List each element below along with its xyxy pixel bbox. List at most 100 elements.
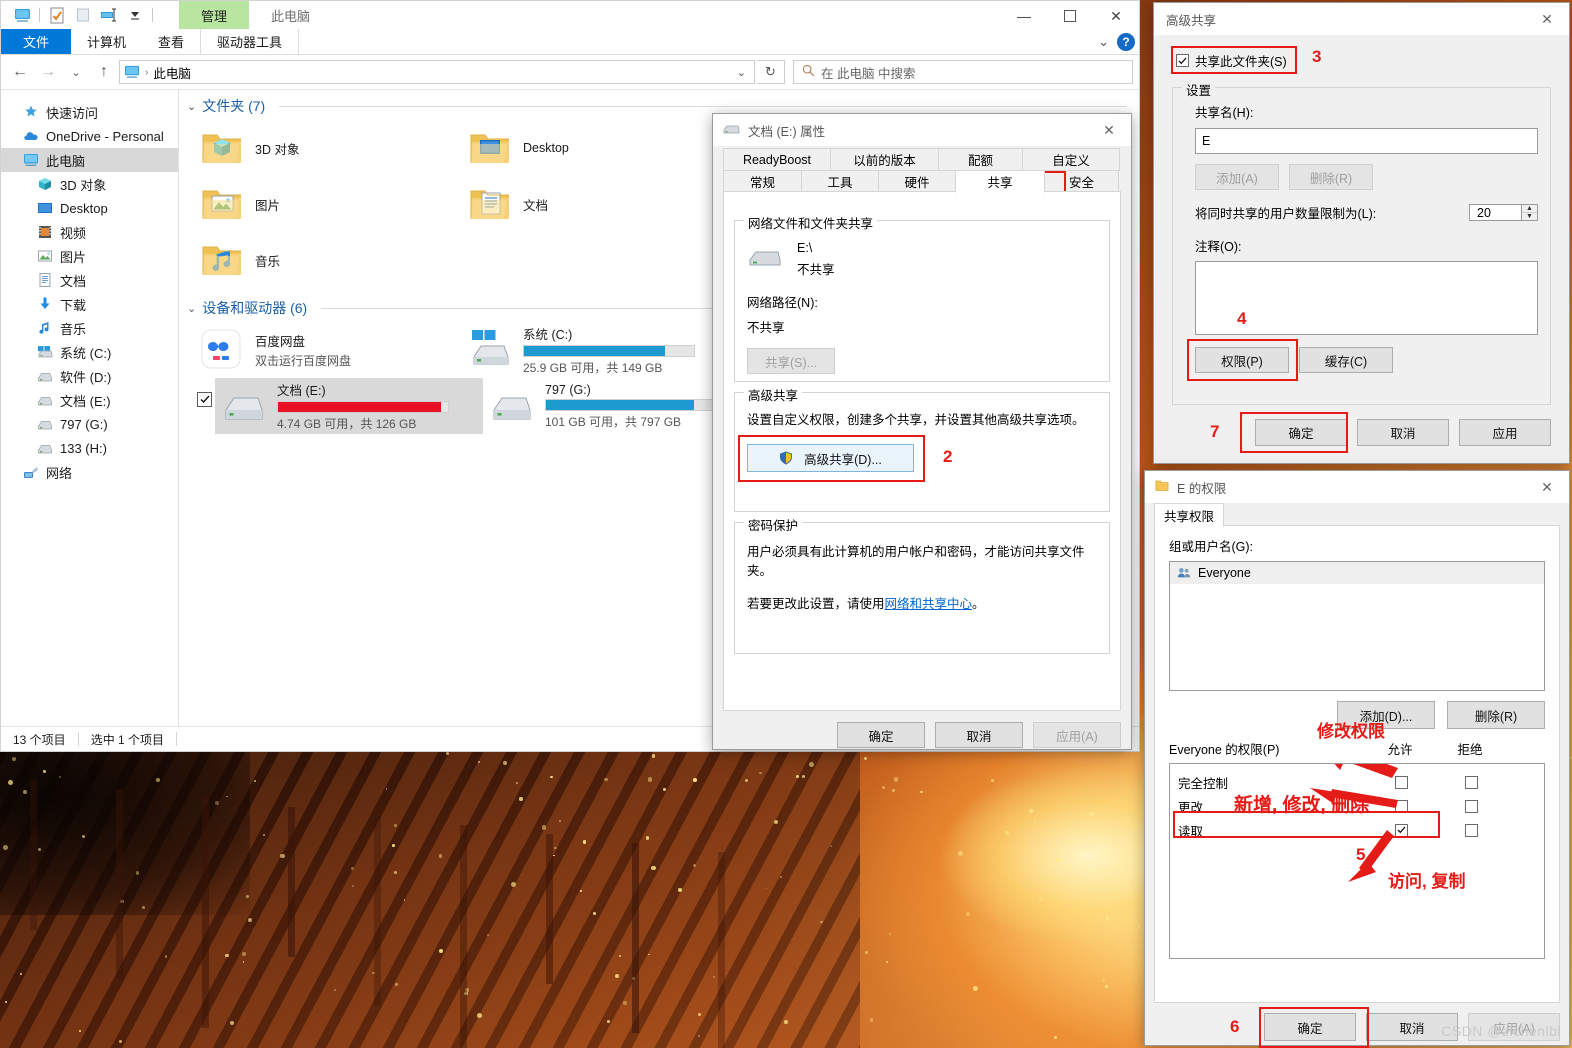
close-icon[interactable]: ✕ (1525, 471, 1569, 503)
address-dropdown-icon[interactable]: ⌄ (737, 66, 750, 79)
minimize-button[interactable]: — (1001, 1, 1047, 31)
tab-readyboost[interactable]: ReadyBoost (723, 148, 831, 171)
nav-pane-item-10[interactable]: 系统 (C:) (1, 340, 178, 364)
annotation-number-2: 2 (943, 447, 953, 466)
download-icon (37, 296, 53, 312)
back-button[interactable]: ← (7, 59, 33, 85)
group-user-listbox[interactable]: Everyone (1169, 561, 1545, 691)
permission-allow-checkbox[interactable] (1394, 799, 1408, 813)
customize-dropdown-icon[interactable] (122, 4, 148, 26)
folder-3d-objects-icon (199, 125, 245, 171)
folder-tile[interactable]: 图片 (193, 176, 461, 232)
collapse-ribbon-icon[interactable]: ⌄ (1098, 34, 1109, 50)
nav-pane-item-6[interactable]: 图片 (1, 244, 178, 268)
nav-pane-item-8[interactable]: 下载 (1, 292, 178, 316)
nav-pane-item-3[interactable]: 3D 对象 (1, 172, 178, 196)
nav-pane-item-1[interactable]: OneDrive - Personal (1, 124, 178, 148)
user-limit-value[interactable]: 20 (1469, 204, 1521, 221)
tab-security[interactable]: 安全 (1044, 170, 1119, 193)
ok-button[interactable]: 确定 (1255, 419, 1347, 446)
tab-tools[interactable]: 工具 (801, 170, 879, 193)
ribbon-tab-drive-tools[interactable]: 驱动器工具 (200, 29, 300, 54)
address-bar[interactable]: › 此电脑 ⌄ (119, 60, 755, 84)
nav-pane-item-13[interactable]: 797 (G:) (1, 412, 178, 436)
tab-quota[interactable]: 配额 (938, 148, 1023, 171)
drive-tile[interactable]: 系统 (C:) 25.9 GB 可用，共 149 GB (461, 322, 729, 378)
tab-sharing[interactable]: 共享 (955, 170, 1045, 193)
permissions-listbox[interactable]: 完全控制 更改 读取 新增, 修改, 删除 5 访问, 复制 (1169, 763, 1545, 959)
ok-button[interactable]: 确定 (1264, 1013, 1356, 1041)
up-button[interactable]: ↑ (91, 59, 117, 85)
caching-button[interactable]: 缓存(C) (1299, 347, 1393, 373)
nav-pane-item-7[interactable]: 文档 (1, 268, 178, 292)
tab-previous-versions[interactable]: 以前的版本 (830, 148, 939, 171)
nav-pane-item-4[interactable]: Desktop (1, 196, 178, 220)
refresh-button[interactable]: ↻ (757, 60, 785, 84)
chevron-down-icon[interactable]: ⌄ (187, 302, 196, 315)
ribbon-tab-computer[interactable]: 计算机 (71, 29, 142, 54)
maximize-button[interactable] (1047, 1, 1093, 31)
advanced-sharing-button[interactable]: 高级共享(D)... (747, 444, 914, 472)
drive-tile[interactable]: 797 (G:) 101 GB 可用，共 797 GB (483, 378, 751, 434)
nav-pane-item-11[interactable]: 软件 (D:) (1, 364, 178, 388)
cancel-button[interactable]: 取消 (935, 722, 1023, 748)
drive-name: 百度网盘 (255, 335, 306, 349)
forward-button[interactable]: → (35, 59, 61, 85)
spinner-down-icon[interactable]: ▼ (1522, 213, 1537, 220)
3d-object-icon (37, 176, 53, 192)
contextual-tab-group[interactable]: 管理 (179, 1, 250, 29)
search-box[interactable]: 在 此电脑 中搜索 (793, 60, 1133, 84)
permission-allow-checkbox[interactable] (1394, 775, 1408, 789)
tab-hardware[interactable]: 硬件 (878, 170, 956, 193)
permission-deny-checkbox[interactable] (1464, 775, 1478, 789)
remove-user-button[interactable]: 删除(R) (1447, 701, 1545, 729)
folder-tile[interactable]: 3D 对象 (193, 120, 461, 176)
nav-pane-item-0[interactable]: 快速访问 (1, 100, 178, 124)
tab-general[interactable]: 常规 (723, 170, 802, 193)
apply-button[interactable]: 应用 (1459, 419, 1551, 446)
share-this-folder-row[interactable]: 共享此文件夹(S) (1172, 45, 1551, 70)
nav-pane-item-9[interactable]: 音乐 (1, 316, 178, 340)
nav-pane-item-12[interactable]: 文档 (E:) (1, 388, 178, 412)
help-icon[interactable]: ? (1117, 33, 1135, 51)
folder-tile[interactable]: 文档 (461, 176, 729, 232)
spinner-up-icon[interactable]: ▲ (1522, 205, 1537, 213)
close-icon[interactable]: ✕ (1525, 3, 1569, 35)
group-user-item[interactable]: Everyone (1170, 562, 1544, 584)
permission-deny-checkbox[interactable] (1464, 823, 1478, 837)
breadcrumb-this-pc[interactable]: 此电脑 (153, 63, 191, 82)
this-pc-icon[interactable] (9, 4, 35, 26)
ribbon-tab-file[interactable]: 文件 (1, 29, 72, 54)
close-icon[interactable]: ✕ (1087, 114, 1131, 146)
cancel-button[interactable]: 取消 (1357, 419, 1449, 446)
permissions-button[interactable]: 权限(P) (1195, 347, 1289, 373)
ok-button[interactable]: 确定 (837, 722, 925, 748)
drive-tile[interactable]: 文档 (E:) 4.74 GB 可用，共 126 GB (197, 378, 483, 434)
drive-tile[interactable]: 百度网盘 双击运行百度网盘 (193, 322, 461, 378)
folder-tile[interactable]: 音乐 (193, 232, 461, 288)
share-name-input[interactable]: E (1195, 128, 1538, 154)
properties-icon[interactable] (44, 4, 70, 26)
close-button[interactable]: ✕ (1093, 1, 1139, 31)
nav-pane-item-15[interactable]: 网络 (1, 460, 178, 484)
chevron-down-icon[interactable]: ⌄ (187, 100, 196, 113)
share-this-folder-checkbox[interactable] (1176, 54, 1189, 67)
user-limit-arrows[interactable]: ▲ ▼ (1521, 204, 1538, 221)
network-sharing-center-link[interactable]: 网络和共享中心 (885, 597, 973, 611)
optimize-drive-icon[interactable] (96, 4, 122, 26)
drive-selection-checkbox[interactable] (197, 392, 212, 407)
new-folder-icon[interactable] (70, 4, 96, 26)
folder-tile[interactable]: Desktop (461, 120, 729, 176)
nav-pane-item-2[interactable]: 此电脑 (1, 148, 178, 172)
perm-cache-buttons: 权限(P) 缓存(C) (1187, 339, 1538, 381)
user-limit-stepper[interactable]: 20 ▲ ▼ (1469, 204, 1538, 221)
ribbon-tab-view[interactable]: 查看 (142, 29, 200, 54)
nav-pane-item-14[interactable]: 133 (H:) (1, 436, 178, 460)
cancel-button[interactable]: 取消 (1366, 1013, 1458, 1041)
tab-customize[interactable]: 自定义 (1022, 148, 1120, 171)
recent-locations-button[interactable]: ⌄ (63, 59, 89, 85)
tab-share-permissions[interactable]: 共享权限 (1154, 503, 1224, 527)
permission-allow-checkbox[interactable] (1394, 823, 1408, 837)
nav-pane-item-5[interactable]: 视频 (1, 220, 178, 244)
permission-deny-checkbox[interactable] (1464, 799, 1478, 813)
